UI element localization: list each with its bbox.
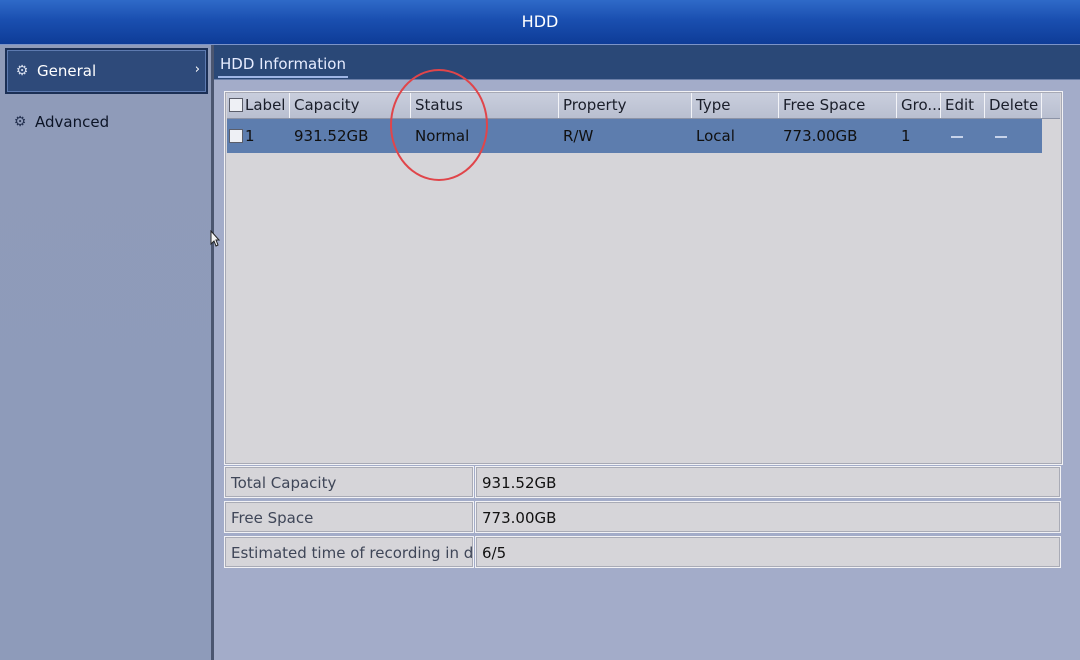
mouse-cursor-icon [210,230,220,247]
row-label-cell: 1 [227,119,290,153]
summary-label: Free Space [224,501,474,533]
column-header-group[interactable]: Gro... [897,93,941,118]
annotation-circle [390,69,488,181]
column-header-property[interactable]: Property [559,93,692,118]
column-header-label[interactable]: Label [227,93,290,118]
row-group-cell: 1 [901,127,911,145]
table-header: Label Capacity Status Property Type Free… [227,93,1060,119]
gear-icon: ⚙ [13,114,27,130]
table-row[interactable]: 1 931.52GB Normal R/W Local 773.00GB 1 [227,119,1042,153]
column-header-type[interactable]: Type [692,93,779,118]
row-edit-cell[interactable] [941,119,985,153]
row-type-cell: Local [696,127,735,145]
tab-hdd-information[interactable]: HDD Information [218,52,348,78]
row-delete-cell[interactable] [985,119,1042,153]
column-header-edit[interactable]: Edit [941,93,985,118]
summary-free-space: Free Space 773.00GB [224,501,1061,533]
summary-estimated-recording: Estimated time of recording in d... 6/5 [224,536,1061,568]
summary-label: Total Capacity [224,466,474,498]
row-property-cell: R/W [563,127,594,145]
chevron-right-icon: › [194,62,200,77]
tab-bar: HDD Information [214,45,1080,80]
summary-value: 931.52GB [475,466,1061,498]
delete-dash-icon [995,135,1007,138]
hdd-table: Label Capacity Status Property Type Free… [224,91,1063,465]
summary-total-capacity: Total Capacity 931.52GB [224,466,1061,498]
sidebar-item-label: General [37,62,97,80]
window-title: HDD [521,12,559,31]
gear-icon: ⚙ [15,63,29,79]
summary-value: 773.00GB [475,501,1061,533]
row-free-space-cell: 773.00GB [783,127,858,145]
main-panel: HDD Information Label Capacity Status Pr… [214,45,1080,660]
row-checkbox[interactable] [229,128,243,143]
select-all-checkbox[interactable] [229,97,243,112]
window-title-bar: HDD [0,0,1080,45]
sidebar-item-advanced[interactable]: ⚙ Advanced [5,99,208,145]
column-header-free-space[interactable]: Free Space [779,93,897,118]
sidebar-item-label: Advanced [35,113,110,131]
summary-label: Estimated time of recording in d... [224,536,474,568]
edit-dash-icon [951,135,963,138]
sidebar: ⚙ General › ⚙ Advanced [0,45,214,660]
sidebar-item-general[interactable]: ⚙ General › [5,48,208,94]
column-header-delete[interactable]: Delete [985,93,1042,118]
summary-value: 6/5 [475,536,1061,568]
